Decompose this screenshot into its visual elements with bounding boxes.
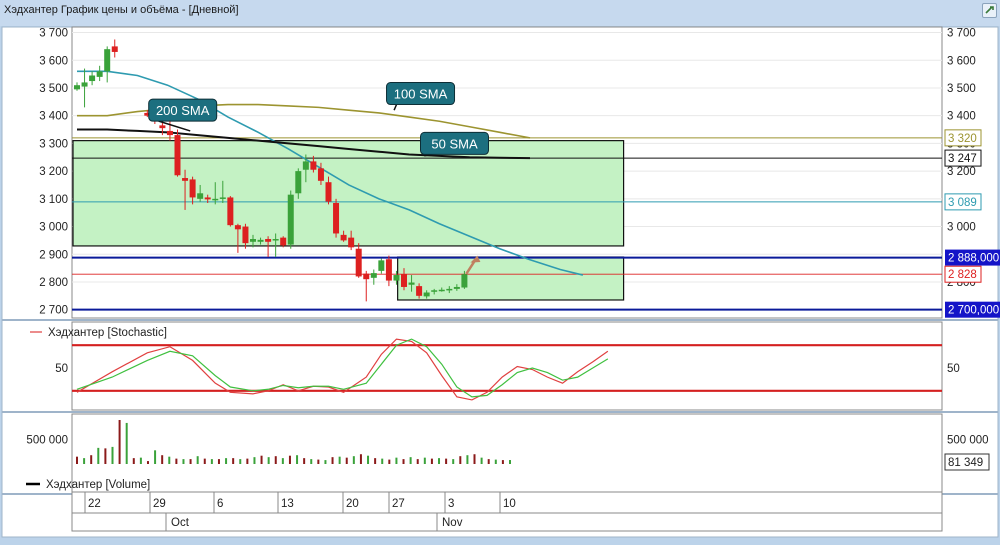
price-tick-label-right: 3 700 [947,28,976,40]
volume-tick-right: 500 000 [947,435,989,447]
candle-body [408,282,415,285]
price-tick-label-left: 3 700 [39,28,68,40]
x-day-label: 13 [281,498,294,510]
candle-body [438,289,445,292]
candle-body [378,260,385,271]
candle-body [340,234,347,241]
callout-label: 200 SMA [156,103,210,118]
price-tick-label-left: 3 100 [39,194,68,206]
candle-body [310,161,317,170]
candle-body [234,225,241,230]
x-day-label: 27 [392,498,405,510]
candle-body [446,288,453,291]
x-day-label: 10 [503,498,516,510]
candle-body [287,194,294,245]
price-tick-label-right: 3 600 [947,55,976,67]
stochastic-legend-label: Хэдхантер [Stochastic] [48,327,167,339]
candle-body [174,135,181,176]
x-month-label: Oct [171,517,190,529]
price-tick-label-left: 2 900 [39,249,68,261]
candle-body [295,171,302,194]
candle-body [242,226,249,244]
x-day-label: 6 [217,498,223,510]
candle-body [370,273,377,278]
candle-body [89,75,96,82]
candle-body [325,182,332,202]
x-day-label: 20 [346,498,359,510]
candle-body [74,85,80,90]
candle-body [81,82,88,87]
stochastic-tick-left: 50 [55,363,68,375]
callout-label: 50 SMA [431,136,478,151]
candle-body [461,274,468,288]
price-tick-label-left: 2 700 [39,305,68,317]
candle-body [431,290,438,292]
volume-tick-left: 500 000 [26,435,68,447]
chart-area: 3 700 3 700 3 600 3 600 3 500 3 500 3 400 3 400… [1,26,1000,538]
candle-body [333,202,340,234]
candle-body [197,193,204,199]
volume-last-label: 81 349 [948,457,983,469]
candle-body [96,71,103,77]
price-right-badge-text: 2 700,000 [948,305,999,317]
x-day-label: 3 [448,498,454,510]
callout-label: 100 SMA [394,87,448,102]
price-tick-label-left: 3 200 [39,166,68,178]
candle-body [189,179,196,198]
price-tick-label-left: 3 400 [39,111,68,123]
price-tick-label-left: 3 500 [39,83,68,95]
candle-body [159,125,166,129]
candle-body [257,239,264,242]
price-tick-label-left: 3 600 [39,55,68,67]
candle-body [182,178,189,181]
x-month-label: Nov [442,517,463,529]
candle-body [104,49,111,72]
price-tick-label-left: 3 000 [39,222,68,234]
candle-body [423,292,430,297]
price-tick-label-right: 3 400 [947,111,976,123]
candle-body [453,286,460,289]
stochastic-tick-right: 50 [947,363,960,375]
candle-body [111,46,118,52]
price-right-box-text: 2 828 [948,269,977,281]
candle-body [385,259,392,281]
candle-body [250,239,256,242]
candle-body [280,237,287,246]
volume-legend-label: Хэдхантер [Volume] [46,479,150,491]
price-tick-label-right: 3 200 [947,166,976,178]
price-right-box-text: 3 247 [948,153,977,165]
candle-body [219,197,226,199]
candle-body [363,273,370,280]
candle-body [355,248,362,277]
price-right-badge-text: 2 888,000 [948,253,999,265]
price-zone [72,140,625,247]
x-day-label: 22 [88,498,101,510]
price-tick-label-right: 3 000 [947,222,976,234]
price-tick-label-left: 3 300 [39,138,68,150]
price-tick-label-left: 2 800 [39,277,68,289]
candle-body [212,198,219,201]
candle-body [265,239,272,242]
candle-body [204,197,211,200]
candle-body [272,239,279,241]
price-zone [397,256,625,301]
candle-body [227,197,234,226]
candle-body [302,161,309,170]
candle-body [416,286,423,296]
candle-body [317,168,324,181]
candle-body [401,274,407,287]
candle-body [166,130,173,136]
x-day-label: 29 [153,498,166,510]
candle-body [348,237,355,248]
price-right-box-text: 3 320 [948,133,977,145]
price-right-box-text: 3 089 [948,197,977,209]
price-tick-label-right: 3 500 [947,83,976,95]
candle-body [393,275,400,281]
